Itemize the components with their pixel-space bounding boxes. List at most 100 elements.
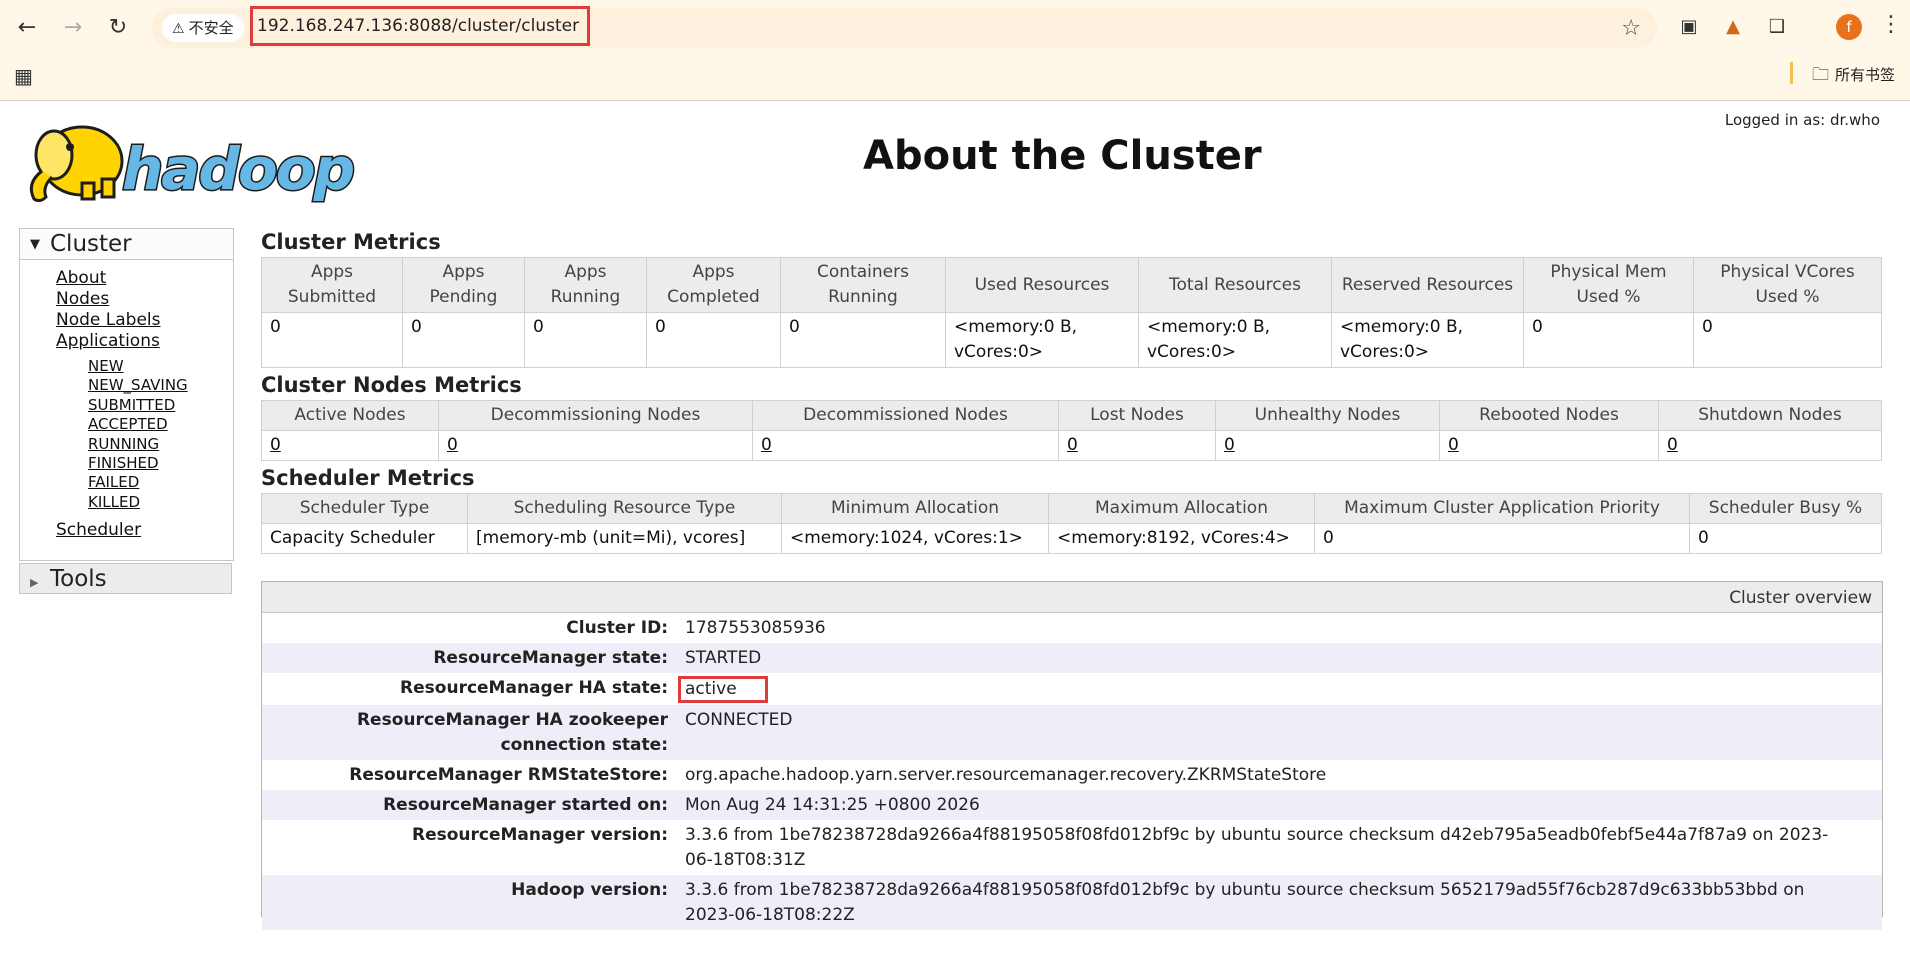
reload-icon[interactable]: ↻ <box>103 13 133 43</box>
scheduler-metrics-table: Scheduler Type Scheduling Resource Type … <box>261 493 1882 554</box>
bookmark-divider <box>1790 62 1793 84</box>
nav-tools-header[interactable]: ▶ Tools <box>19 563 232 594</box>
table-row: Capacity Scheduler [memory-mb (unit=Mi),… <box>261 523 1882 554</box>
column-header[interactable]: Decommissioned Nodes <box>752 400 1059 431</box>
table-cell: Capacity Scheduler <box>261 523 468 554</box>
table-cell: <memory:8192, vCores:4> <box>1048 523 1315 554</box>
column-header[interactable]: Decommissioning Nodes <box>438 400 753 431</box>
extension-icon-1[interactable]: ▣ <box>1676 14 1702 40</box>
nav-link-node-labels[interactable]: Node Labels <box>56 310 233 331</box>
column-header[interactable]: Minimum Allocation <box>781 493 1049 524</box>
overview-key: ResourceManager RMStateStore: <box>349 765 668 785</box>
nav-link-submitted[interactable]: SUBMITTED <box>88 396 233 415</box>
column-header[interactable]: Apps Running <box>524 257 647 313</box>
security-chip[interactable]: ⚠ 不安全 <box>162 14 244 42</box>
column-header[interactable]: Physical Mem Used % <box>1523 257 1694 313</box>
table-cell: <memory:0 B, vCores:0> <box>1138 312 1332 368</box>
column-header[interactable]: Scheduler Busy % <box>1689 493 1882 524</box>
lost-nodes-link[interactable]: 0 <box>1067 435 1078 455</box>
table-cell: 0 <box>1058 430 1216 461</box>
nav-link-running[interactable]: RUNNING <box>88 435 233 454</box>
column-header[interactable]: Apps Submitted <box>261 257 403 313</box>
nav-link-failed[interactable]: FAILED <box>88 473 233 492</box>
table-cell: 0 <box>261 312 403 368</box>
column-header[interactable]: Apps Completed <box>646 257 781 313</box>
triangle-right-icon: ▶ <box>30 576 39 589</box>
puzzle-icon[interactable]: ❑ <box>1764 14 1790 40</box>
overview-value: 1787553085936 <box>685 618 826 638</box>
bookmark-folder-label: 所有书签 <box>1835 66 1896 84</box>
column-header[interactable]: Rebooted Nodes <box>1439 400 1659 431</box>
column-header[interactable]: Active Nodes <box>261 400 439 431</box>
overview-row: ResourceManager HA zookeeper connection … <box>262 705 1882 760</box>
overview-row: ResourceManager HA state: active <box>262 673 1882 705</box>
arrow-right-icon[interactable]: → <box>58 13 88 43</box>
table-header-row: Scheduler Type Scheduling Resource Type … <box>261 493 1882 524</box>
nav-link-new-saving[interactable]: NEW_SAVING <box>88 376 233 395</box>
column-header[interactable]: Apps Pending <box>402 257 525 313</box>
nav-link-about[interactable]: About <box>56 268 233 289</box>
column-header[interactable]: Unhealthy Nodes <box>1215 400 1440 431</box>
column-header[interactable]: Containers Running <box>780 257 946 313</box>
nav-link-new[interactable]: NEW <box>88 357 233 376</box>
arrow-left-icon[interactable]: ← <box>12 13 42 43</box>
decommissioning-nodes-link[interactable]: 0 <box>447 435 458 455</box>
overview-key: ResourceManager HA zookeeper connection … <box>356 710 668 755</box>
table-cell: <memory:0 B, vCores:0> <box>945 312 1139 368</box>
page-title: About the Cluster <box>863 133 1262 179</box>
active-nodes-link[interactable]: 0 <box>270 435 281 455</box>
table-cell: <memory:0 B, vCores:0> <box>1331 312 1524 368</box>
overview-row: Hadoop version: 3.3.6 from 1be78238728da… <box>262 875 1882 930</box>
overview-key: Cluster ID: <box>566 618 668 638</box>
nav-link-applications[interactable]: Applications <box>56 331 233 352</box>
column-header[interactable]: Maximum Cluster Application Priority <box>1314 493 1690 524</box>
overview-key: ResourceManager version: <box>412 825 668 845</box>
shutdown-nodes-link[interactable]: 0 <box>1667 435 1678 455</box>
unhealthy-nodes-link[interactable]: 0 <box>1224 435 1235 455</box>
nav-cluster-header[interactable]: ▼ Cluster <box>20 229 233 260</box>
table-cell: 0 <box>1215 430 1440 461</box>
nav-link-nodes[interactable]: Nodes <box>56 289 233 310</box>
bookmark-folder[interactable]: 🗀 所有书签 <box>1812 62 1895 91</box>
cluster-overview-title: Cluster overview <box>262 582 1882 613</box>
nav-link-accepted[interactable]: ACCEPTED <box>88 415 233 434</box>
table-cell: 0 <box>752 430 1059 461</box>
column-header[interactable]: Maximum Allocation <box>1048 493 1315 524</box>
nav-link-scheduler[interactable]: Scheduler <box>56 520 233 541</box>
more-menu-icon[interactable]: ⋮ <box>1880 12 1902 37</box>
column-header[interactable]: Lost Nodes <box>1058 400 1216 431</box>
nav-links: About Nodes Node Labels Applications NEW… <box>20 260 233 541</box>
nodes-metrics-table: Active Nodes Decommissioning Nodes Decom… <box>261 400 1882 461</box>
nav-link-finished[interactable]: FINISHED <box>88 454 233 473</box>
column-header[interactable]: Physical VCores Used % <box>1693 257 1882 313</box>
nav-cluster-label: Cluster <box>50 231 132 257</box>
folder-icon: 🗀 <box>1812 65 1829 85</box>
overview-value: 3.3.6 from 1be78238728da9266a4f88195058f… <box>685 880 1805 925</box>
nav-link-killed[interactable]: KILLED <box>88 493 233 512</box>
table-cell: 0 <box>1439 430 1659 461</box>
star-icon[interactable]: ☆ <box>1621 16 1641 41</box>
column-header[interactable]: Total Resources <box>1138 257 1332 313</box>
column-header[interactable]: Used Resources <box>945 257 1139 313</box>
rebooted-nodes-link[interactable]: 0 <box>1448 435 1459 455</box>
table-row: 0 0 0 0 0 0 0 <box>261 430 1882 461</box>
table-cell: <memory:1024, vCores:1> <box>781 523 1049 554</box>
browser-toolbar: ← → ↻ ⚠ 不安全 192.168.247.136:8088/cluster/… <box>0 0 1910 101</box>
ha-state-value: active <box>678 676 768 703</box>
column-header[interactable]: Scheduling Resource Type <box>467 493 782 524</box>
overview-value: CONNECTED <box>685 710 793 730</box>
avatar[interactable]: f <box>1836 14 1862 40</box>
url-text[interactable]: 192.168.247.136:8088/cluster/cluster <box>250 6 590 46</box>
table-cell: 0 <box>1693 312 1882 368</box>
security-label: 不安全 <box>188 19 234 37</box>
column-header[interactable]: Scheduler Type <box>261 493 468 524</box>
grid-icon[interactable]: ▦ <box>14 64 33 88</box>
column-header[interactable]: Shutdown Nodes <box>1658 400 1882 431</box>
overview-value: org.apache.hadoop.yarn.server.resourcema… <box>685 765 1327 785</box>
address-bar[interactable]: ⚠ 不安全 192.168.247.136:8088/cluster/cluste… <box>152 6 1657 48</box>
column-header[interactable]: Reserved Resources <box>1331 257 1524 313</box>
overview-row: Cluster ID: 1787553085936 <box>262 613 1882 643</box>
decommissioned-nodes-link[interactable]: 0 <box>761 435 772 455</box>
nav-cluster-panel: ▼ Cluster About Nodes Node Labels Applica… <box>19 228 234 561</box>
extension-icon-2[interactable]: ▲ <box>1720 14 1746 40</box>
